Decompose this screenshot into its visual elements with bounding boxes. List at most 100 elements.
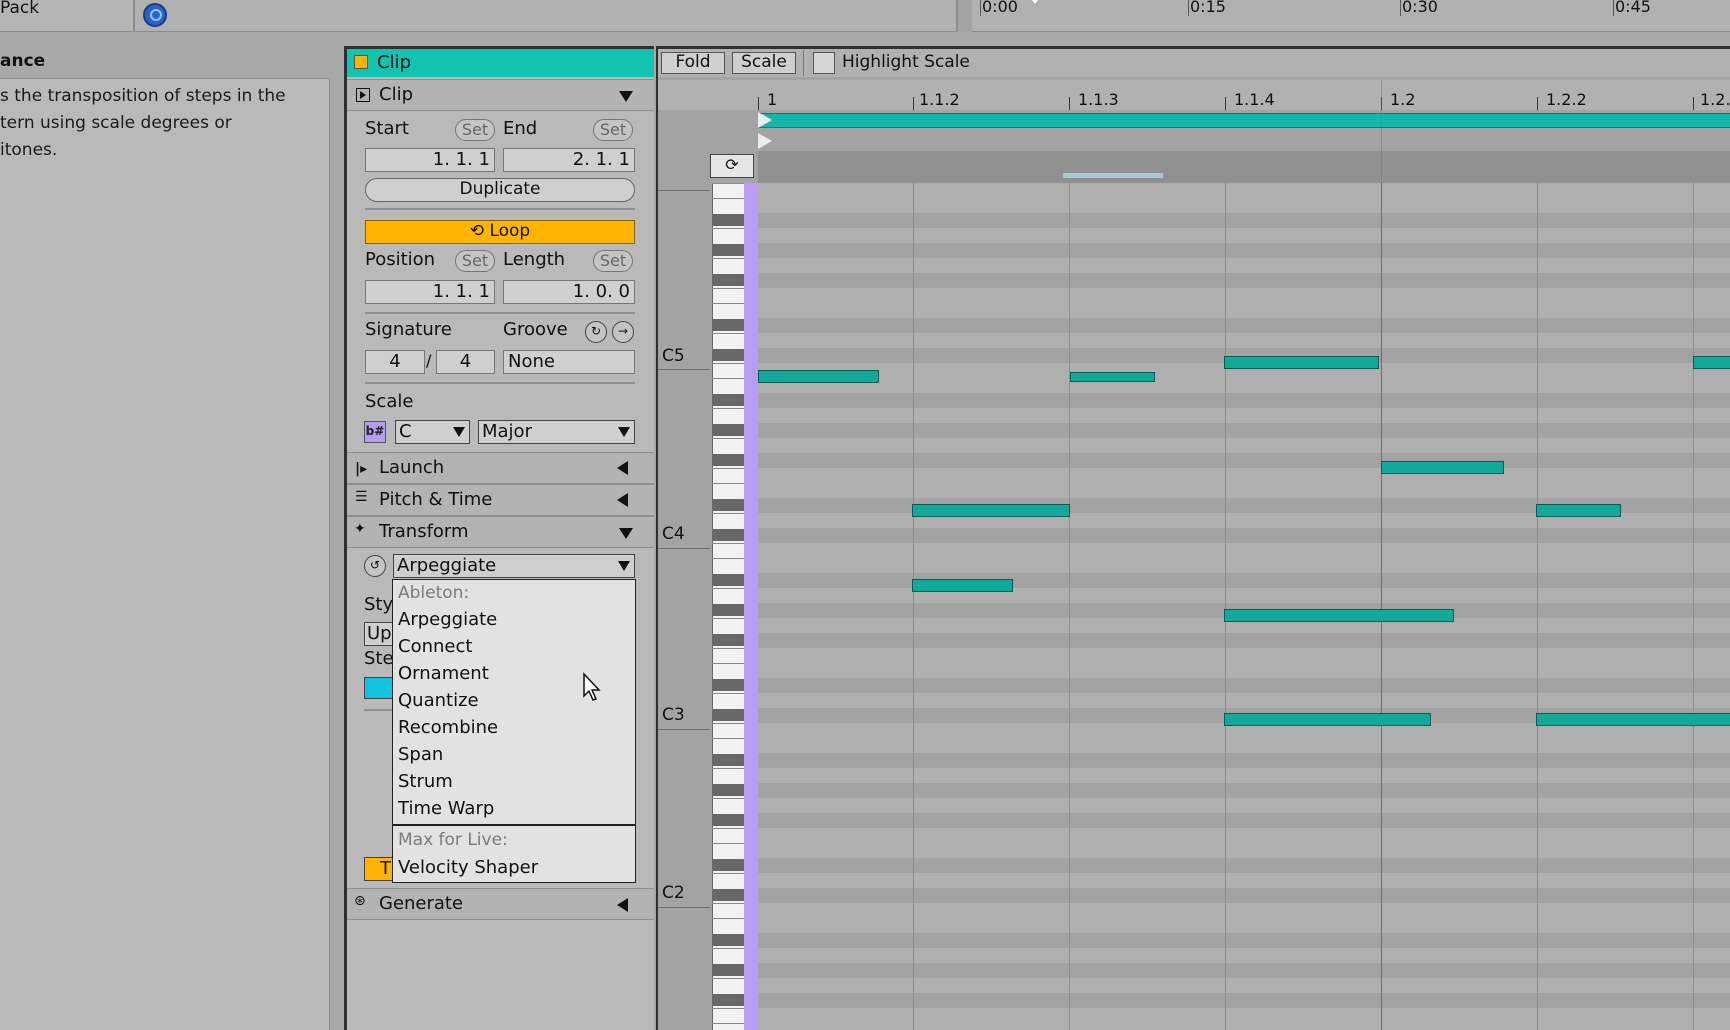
signature-denominator[interactable]: 4 — [436, 350, 495, 374]
transform-icon: ✦ — [354, 521, 366, 537]
midi-note[interactable] — [912, 579, 1013, 592]
start-set-button[interactable]: Set — [455, 119, 495, 141]
clip-color-swatch[interactable] — [354, 55, 368, 69]
generate-icon: ⊛ — [354, 893, 366, 909]
position-set-button[interactable]: Set — [455, 250, 495, 272]
midi-note[interactable] — [1693, 356, 1730, 369]
beat-label: 1.1.4 — [1234, 90, 1275, 109]
expand-arrow-icon[interactable] — [617, 461, 628, 475]
steps-label: Ste — [364, 648, 394, 669]
midi-note[interactable] — [1536, 713, 1730, 726]
hot-swap-icon[interactable] — [143, 3, 167, 27]
grid-row-dark — [758, 423, 1730, 438]
end-set-button[interactable]: Set — [593, 119, 633, 141]
beat-tick — [1069, 97, 1070, 110]
midi-note[interactable] — [1070, 372, 1155, 382]
grid-row-dark — [758, 528, 1730, 543]
midi-note[interactable] — [758, 370, 879, 383]
mouse-cursor-icon — [583, 672, 601, 701]
octave-label: C3 — [662, 705, 685, 725]
menu-item-strum[interactable]: Strum — [398, 771, 453, 792]
start-field[interactable]: 1. 1. 1 — [365, 148, 495, 172]
menu-item-span[interactable]: Span — [398, 744, 443, 765]
play-clip-icon — [356, 88, 370, 102]
transform-select[interactable]: Arpeggiate — [393, 554, 635, 578]
grid-row-dark — [758, 963, 1730, 978]
divider — [365, 382, 635, 384]
midi-note[interactable] — [912, 504, 1070, 517]
loop-start-marker-icon[interactable] — [758, 133, 772, 149]
midi-note[interactable] — [1224, 356, 1379, 369]
time-label: 0:30 — [1402, 0, 1438, 16]
menu-item-connect[interactable]: Connect — [398, 636, 472, 657]
info-text-line: s the transposition of steps in the — [0, 86, 286, 106]
pitch-time-icon: ☰ — [355, 489, 368, 505]
grid-line — [1069, 183, 1070, 1030]
expand-arrow-icon[interactable] — [617, 493, 628, 507]
beat-tick — [758, 97, 759, 110]
transform-apply-icon[interactable]: ↺ — [364, 555, 386, 577]
top-strip-middle — [134, 0, 958, 32]
grid-row-dark — [758, 243, 1730, 258]
length-field[interactable]: 1. 0. 0 — [503, 280, 635, 304]
scale-mode-select[interactable]: Major — [478, 420, 635, 444]
menu-item-recombine[interactable]: Recombine — [398, 717, 498, 738]
menu-item-quantize[interactable]: Quantize — [398, 690, 479, 711]
beat-tick — [1537, 97, 1538, 110]
octave-line — [658, 729, 710, 730]
menu-item-ornament[interactable]: Ornament — [398, 663, 489, 684]
follow-toggle-icon[interactable]: ⟳ — [710, 154, 754, 178]
fold-button[interactable]: Fold — [661, 52, 725, 74]
highlight-scale-checkbox[interactable] — [813, 52, 835, 74]
info-text-line: tern using scale degrees or — [0, 113, 232, 133]
scale-toggle-icon[interactable]: b# — [364, 421, 386, 443]
loop-label: Loop — [489, 221, 531, 241]
grid-row-dark — [758, 858, 1730, 873]
menu-item-time-warp[interactable]: Time Warp — [398, 798, 494, 819]
loop-brace[interactable] — [758, 113, 1730, 128]
time-label: 0:00 — [982, 0, 1018, 16]
position-field[interactable]: 1. 1. 1 — [365, 280, 495, 304]
signature-slash: / — [426, 351, 432, 370]
collapse-arrow-icon[interactable] — [619, 91, 633, 102]
midi-note[interactable] — [1381, 461, 1504, 474]
beat-label: 1.2. — [1700, 90, 1730, 109]
clip-title: Clip — [377, 52, 411, 73]
groove-hot-swap-icon[interactable]: → — [612, 321, 634, 343]
end-field[interactable]: 2. 1. 1 — [503, 148, 635, 172]
beat-tick — [1225, 97, 1226, 110]
groove-select[interactable]: None — [503, 350, 635, 374]
steps-control[interactable] — [364, 677, 394, 699]
style-label: Sty — [364, 594, 394, 615]
position-label: Position — [365, 249, 436, 270]
scale-button[interactable]: Scale — [732, 52, 796, 74]
expand-arrow-icon[interactable] — [617, 898, 628, 912]
loop-icon: ⟲ — [469, 221, 485, 241]
grid-row-dark — [758, 993, 1730, 1008]
scale-root-value: C — [399, 421, 412, 442]
menu-item-velocity-shaper[interactable]: Velocity Shaper — [398, 857, 538, 878]
beat-tick — [913, 97, 914, 110]
octave-line — [658, 907, 710, 908]
midi-note[interactable] — [1536, 504, 1621, 517]
scale-root-select[interactable]: C — [395, 420, 470, 444]
chevron-down-icon — [618, 427, 630, 437]
start-marker-icon[interactable] — [758, 112, 772, 128]
collapse-arrow-icon[interactable] — [619, 528, 633, 539]
grid-line — [1537, 183, 1538, 1030]
groove-commit-icon[interactable]: ↻ — [585, 321, 607, 343]
time-tick — [1613, 0, 1614, 16]
octave-label: C2 — [662, 883, 685, 903]
scroll-strip[interactable] — [758, 151, 1730, 183]
time-label: 0:15 — [1190, 0, 1226, 16]
length-set-button[interactable]: Set — [593, 250, 633, 272]
section-transform-label: Transform — [379, 521, 469, 542]
loop-button[interactable]: ⟲ Loop — [365, 220, 635, 244]
duplicate-button[interactable]: Duplicate — [365, 178, 635, 202]
menu-item-arpeggiate[interactable]: Arpeggiate — [398, 609, 497, 630]
grid-row-dark — [758, 933, 1730, 948]
midi-note[interactable] — [1224, 713, 1431, 726]
beat-label: 1.2.2 — [1546, 90, 1587, 109]
signature-numerator[interactable]: 4 — [365, 350, 425, 374]
midi-note[interactable] — [1224, 609, 1454, 622]
